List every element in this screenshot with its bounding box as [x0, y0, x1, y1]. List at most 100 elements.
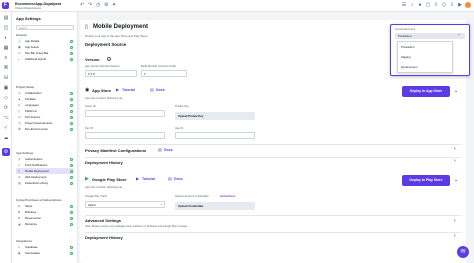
plus-icon: +: [18, 57, 20, 61]
firestore-icon[interactable]: ◇: [2, 94, 10, 102]
advanced-note: Note: Please ensure your package name ma…: [85, 225, 188, 228]
section-app-settings: App Settings: [16, 151, 34, 155]
sidebar-search-input[interactable]: Search: [16, 25, 74, 30]
media-icon[interactable]: ▣: [2, 84, 10, 92]
app-logo[interactable]: F: [2, 2, 9, 9]
play-track-label: Google Play Track: [85, 195, 107, 198]
play-store-status: App has not been deployed yet: [85, 186, 123, 189]
docs-icon: ▤: [158, 147, 162, 152]
option-staging[interactable]: Staging: [401, 55, 411, 59]
data-icon[interactable]: ⛁: [2, 74, 10, 82]
privacy-manifest-heading: Privacy Manifest Configurations: [85, 148, 147, 153]
bell-icon[interactable]: ♪: [409, 2, 415, 8]
settings-sidebar: App Settings Search General ⓘ App Details…: [12, 12, 78, 263]
avatar[interactable]: [465, 2, 471, 8]
option-development[interactable]: Development: [401, 65, 417, 69]
chevron-right-icon[interactable]: ›: [454, 218, 456, 224]
play-store-tutorial-link[interactable]: Tutorial: [142, 177, 155, 181]
upload-credentials-button[interactable]: Upload Credentials: [175, 202, 255, 210]
chevron-right-icon[interactable]: ›: [454, 233, 456, 239]
privacy-docs-link[interactable]: Docs: [164, 148, 173, 152]
device-icon[interactable]: ▢: [425, 2, 431, 8]
storyboard-icon[interactable]: ▦: [2, 44, 10, 52]
user-icon[interactable]: ●: [417, 2, 423, 8]
sidebar-title: App Settings: [16, 16, 41, 21]
status-dot: [70, 251, 73, 255]
ai-icon[interactable]: ✦: [112, 3, 117, 8]
section-in-app-purchases: In App Purchases & Subscriptions: [16, 198, 62, 202]
app-version-label: App Version Number (Name): [85, 65, 120, 68]
chevron-down-icon[interactable]: ⌄: [454, 177, 458, 183]
status-dot: [70, 222, 73, 226]
theme-icon[interactable]: ◐: [2, 34, 10, 42]
sidebar-item-additional[interactable]: + Additional Hybrid: [16, 56, 74, 62]
toolbar-icons: ↶ ↷ ◷ ⚙ ✦: [80, 3, 117, 8]
logic-icon[interactable]: ⟳: [2, 104, 10, 112]
status-dot: [70, 109, 73, 113]
status-dot: [70, 157, 73, 161]
service-account-label: Service Account Credentials: [175, 195, 209, 198]
chat-icon[interactable]: ☰: [401, 2, 407, 8]
project-name[interactable]: EcommerceApp-Dupalpear: [15, 2, 61, 6]
code-icon[interactable]: ⟨⟩: [441, 2, 447, 8]
sidebar-item-library[interactable]: ▥ FlutterFlow Library: [16, 180, 74, 186]
cloud-icon[interactable]: ☁: [2, 134, 10, 142]
chevron-right-icon[interactable]: ›: [454, 158, 456, 164]
youtube-icon: ▶: [116, 87, 120, 92]
help-chat-button[interactable]: ✉: [457, 246, 469, 258]
status-dot: [70, 175, 73, 179]
instructions-link[interactable]: Instructions: [220, 195, 235, 198]
redo-icon[interactable]: ↷: [88, 3, 93, 8]
play-store-heading: Google Play Store: [92, 177, 127, 182]
download-icon[interactable]: ⇩: [449, 2, 455, 8]
undo-icon[interactable]: ↶: [80, 3, 85, 8]
app-store-heading: App Store: [92, 88, 112, 93]
pages-icon[interactable]: ▤: [2, 14, 10, 22]
chevron-right-icon[interactable]: ›: [454, 146, 456, 152]
status-dot: [70, 97, 73, 101]
build-number-field[interactable]: 1: [141, 70, 187, 77]
key-id-field[interactable]: [85, 132, 165, 139]
sidebar-item-dev-environments[interactable]: ⌘ Dev Environments: [16, 126, 74, 132]
environment-select[interactable]: Production: [395, 33, 465, 39]
settings-icon[interactable]: ⚙: [2, 148, 10, 156]
play-store-docs-link[interactable]: Docs: [174, 177, 183, 181]
info-icon[interactable]: i: [107, 57, 111, 62]
app-store-docs-link[interactable]: Docs: [156, 88, 165, 92]
app-id-label: App ID: [175, 127, 184, 130]
app-id-field[interactable]: [175, 132, 255, 139]
private-key-label: Private Key: [175, 105, 189, 108]
components-icon[interactable]: ◫: [2, 24, 10, 32]
environment-options: Production Staging Development: [397, 41, 453, 73]
bug-icon[interactable]: ⚙: [104, 3, 109, 8]
app-store-tutorial-link[interactable]: Tutorial: [122, 88, 135, 92]
chevron-down-icon: ⌄: [160, 202, 163, 206]
chevron-down-icon[interactable]: ⌄: [454, 88, 458, 94]
environment-label: Live Environment: [395, 28, 416, 31]
play-track-select[interactable]: Alpha: [85, 201, 165, 208]
layers-icon[interactable]: ≡: [2, 54, 10, 62]
divider: [85, 232, 461, 233]
play-icon[interactable]: ▶: [457, 2, 463, 8]
page-description: Deploy your app to the App Store and Pla…: [85, 34, 149, 38]
api-icon[interactable]: ⌘: [2, 64, 10, 72]
share-icon[interactable]: ⇪: [433, 2, 439, 8]
play-store-icon: ▶: [85, 176, 89, 182]
app-version-field[interactable]: 1.0.0: [85, 70, 137, 77]
deploy-app-store-button[interactable]: Deploy to App Store: [402, 86, 450, 97]
apple-icon: ◉: [85, 87, 90, 93]
app-store-status: App has not been deployed yet: [85, 97, 123, 100]
code-editor-icon[interactable]: ⌥: [2, 114, 10, 122]
source-icon: ◆: [18, 251, 21, 255]
top-right-actions: ☰ ♪ ● ▢ ⇪ ⟨⟩ ⇩ ▶: [401, 2, 471, 8]
navigation-rail: ▤ ◫ ◐ ▦ ≡ ⌘ ⛁ ▣ ◇ ⟳ ⌥ ✓ ☁ ⚙: [0, 12, 12, 263]
sidebar-item-razorpay[interactable]: ◢ Razorpay: [16, 221, 74, 227]
test-icon[interactable]: ✓: [2, 124, 10, 132]
history-icon[interactable]: ◷: [96, 3, 101, 8]
chevron-up-icon[interactable]: ⌃: [457, 33, 460, 38]
deploy-play-store-button[interactable]: Deploy to Play Store: [402, 175, 450, 186]
issuer-id-field[interactable]: [85, 110, 165, 117]
option-production[interactable]: Production: [401, 45, 414, 49]
sidebar-item-sourcebase[interactable]: ◆ Sourcebase: [16, 250, 74, 256]
upload-private-key-button[interactable]: Upload Private Key: [175, 112, 255, 120]
